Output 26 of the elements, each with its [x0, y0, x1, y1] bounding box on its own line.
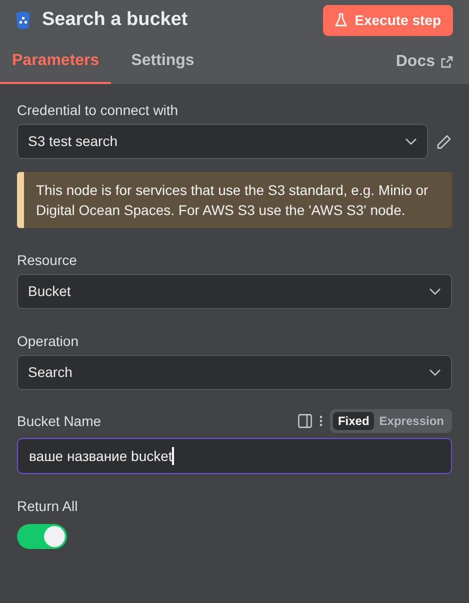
field-label: Operation	[17, 332, 80, 349]
chevron-down-icon	[429, 288, 441, 295]
dropdown-select[interactable]: Search	[17, 355, 452, 390]
panel-title: Search a bucket	[42, 8, 188, 32]
bucket-icon	[16, 11, 30, 29]
pencil-icon[interactable]	[436, 134, 452, 150]
chevron-down-icon	[429, 369, 441, 376]
external-link-icon	[441, 56, 453, 68]
dropdown-select[interactable]: Bucket	[17, 274, 452, 309]
tab[interactable]: Settings	[119, 40, 206, 84]
field-label: Return All	[17, 497, 79, 514]
more-options-icon[interactable]	[318, 415, 324, 427]
field-label: Credential to connect with	[17, 101, 180, 118]
mode-option[interactable]: Expression	[374, 412, 449, 430]
bucket-name-input[interactable]: ваше название bucket	[17, 438, 452, 474]
panel-icon[interactable]	[298, 414, 312, 428]
text-cursor	[172, 447, 174, 465]
mode-option[interactable]: Fixed	[332, 412, 374, 430]
notice-text: This node is for services that use the S3 standard, e.g. Minio or Digital Ocean Spaces. For AWS S3 use the 'AWS S3' node.	[36, 181, 430, 220]
field-label: Resource	[17, 251, 78, 268]
field-label: Bucket Name	[17, 412, 102, 430]
chevron-down-icon	[405, 138, 417, 145]
toggle-switch[interactable]	[17, 524, 67, 549]
credential-select[interactable]: S3 test search	[17, 124, 428, 159]
docs-link[interactable]: Docs	[396, 40, 469, 84]
flask-icon	[334, 13, 347, 27]
